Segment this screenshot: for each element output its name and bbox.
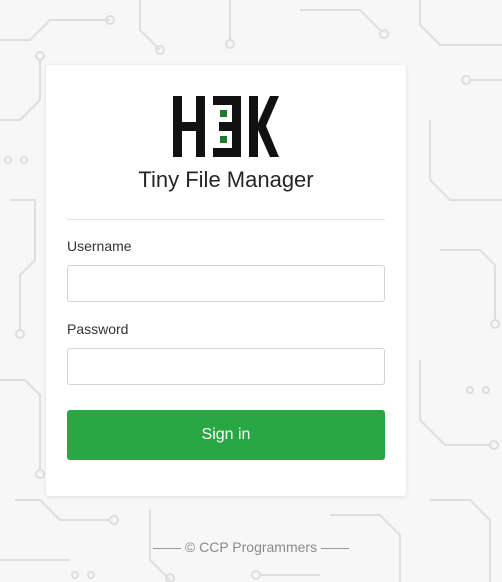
username-label: Username [67, 238, 132, 254]
sign-in-button[interactable]: Sign in [67, 410, 385, 460]
h3k-logo-icon [173, 96, 279, 157]
footer-dash-left [152, 547, 181, 549]
footer-text: © CCP Programmers [184, 539, 318, 555]
login-card: Tiny File Manager Username Password Sign… [46, 65, 406, 496]
password-label: Password [67, 321, 129, 337]
username-input[interactable] [67, 265, 385, 302]
logo [46, 96, 406, 158]
password-input[interactable] [67, 348, 385, 385]
divider [67, 219, 385, 220]
footer: © CCP Programmers [0, 538, 502, 556]
footer-dash-right [321, 547, 350, 549]
app-title: Tiny File Manager [138, 167, 314, 192]
